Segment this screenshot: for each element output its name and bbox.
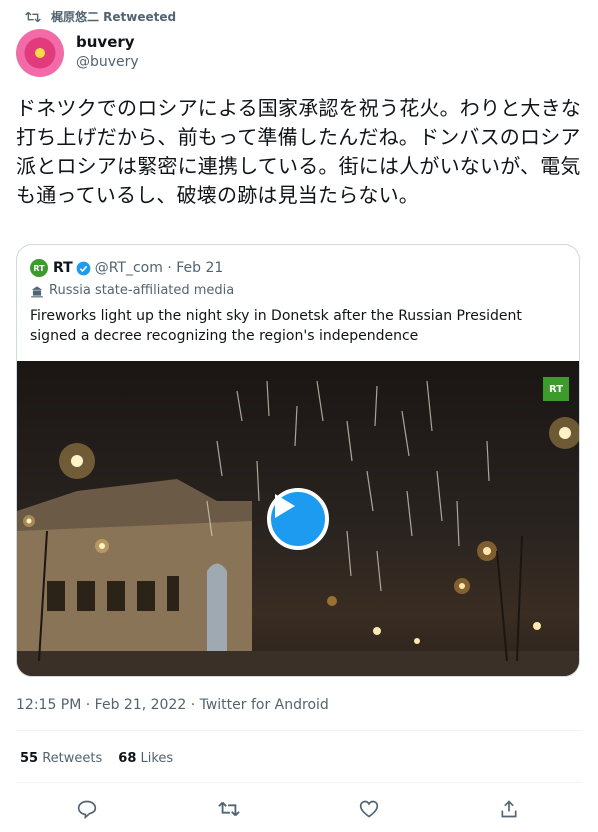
retweeter-label[interactable]: 梶原悠二 Retweeted [51, 8, 176, 25]
retweets-count: 55 [20, 751, 39, 766]
quoted-tweet-card[interactable]: RT RT @RT_com · Feb 21 Russia state-affi… [16, 244, 580, 677]
like-icon [359, 800, 379, 818]
retweets-stat[interactable]: 55 Retweets [20, 751, 102, 766]
author-handle[interactable]: @buvery [76, 54, 139, 70]
state-media-label-text: Russia state-affiliated media [49, 283, 235, 298]
quoted-handle-date: @RT_com · Feb 21 [94, 260, 224, 276]
tweet-actions [0, 796, 598, 822]
retweet-button[interactable] [216, 796, 242, 822]
tweet-timestamp[interactable]: 12:15 PM · Feb 21, 2022 · Twitter for An… [16, 697, 329, 713]
rt-watermark: RT [543, 377, 569, 401]
state-media-label[interactable]: Russia state-affiliated media [30, 283, 234, 298]
likes-count: 68 [118, 751, 137, 766]
quoted-author-name: RT [53, 260, 73, 276]
quoted-tweet-text: Fireworks light up the night sky in Done… [30, 308, 522, 344]
divider [16, 730, 582, 731]
divider [16, 782, 582, 783]
tweet-stats: 55 Retweets 68 Likes [20, 751, 173, 766]
share-button[interactable] [496, 796, 522, 822]
likes-stat[interactable]: 68 Likes [118, 751, 173, 766]
state-media-icon [31, 285, 43, 297]
avatar[interactable] [16, 29, 64, 77]
video-thumbnail[interactable]: RT [17, 361, 579, 676]
likes-label: Likes [140, 751, 174, 766]
verified-badge-icon [76, 261, 91, 275]
share-icon [501, 800, 517, 818]
like-button[interactable] [356, 796, 382, 822]
play-button[interactable] [267, 488, 329, 550]
quoted-tweet-header: RT RT @RT_com · Feb 21 [30, 259, 223, 277]
retweet-icon [218, 801, 240, 817]
tweet-text: ドネツクでのロシアによる国家承認を祝う花火。わりと大きな打ち上げだから、前もって… [16, 96, 581, 207]
reply-button[interactable] [74, 796, 100, 822]
retweets-label: Retweets [42, 751, 103, 766]
reply-icon [77, 800, 97, 819]
retweet-header: 梶原悠二 Retweeted [25, 8, 176, 25]
rt-avatar: RT [30, 259, 48, 277]
retweet-icon [25, 11, 41, 22]
play-icon [275, 494, 295, 518]
author-display-name[interactable]: buvery [76, 33, 135, 51]
